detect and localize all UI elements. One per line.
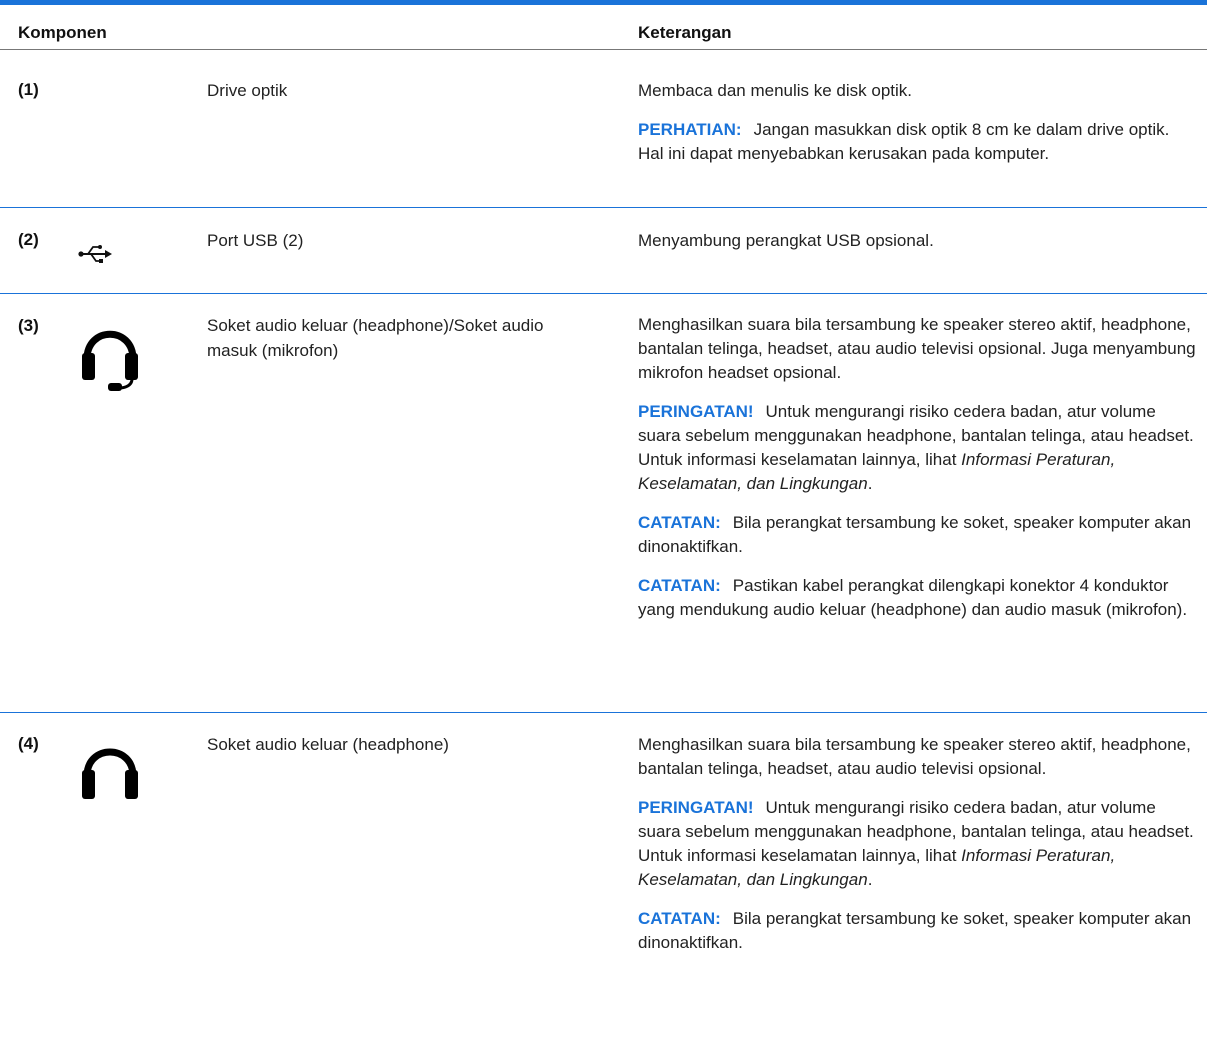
component-name: Drive optik xyxy=(207,81,288,100)
row-number: (4) xyxy=(18,734,39,753)
component-name: Soket audio keluar (headphone)/Soket aud… xyxy=(207,316,544,360)
usb-icon xyxy=(78,244,112,269)
info-note: CATATAN: Pastikan kabel perangkat dilengk… xyxy=(638,574,1198,622)
table-top-rule xyxy=(0,0,1207,5)
description-text: Menghasilkan suara bila tersambung ke sp… xyxy=(638,315,1196,382)
header-description: Keterangan xyxy=(638,23,732,42)
note-label: CATATAN: xyxy=(638,576,721,595)
row-number: (2) xyxy=(18,230,39,249)
info-note: CATATAN: Bila perangkat tersambung ke sok… xyxy=(638,511,1198,559)
description-text: Menyambung perangkat USB opsional. xyxy=(638,231,934,250)
caution-label: PERHATIAN: xyxy=(638,120,742,139)
description-text: Menghasilkan suara bila tersambung ke sp… xyxy=(638,735,1191,778)
header-component: Komponen xyxy=(18,23,107,42)
warning-end: . xyxy=(867,474,873,493)
info-note: CATATAN: Bila perangkat tersambung ke sok… xyxy=(638,907,1198,955)
row-divider xyxy=(0,293,1207,294)
component-description: Menghasilkan suara bila tersambung ke sp… xyxy=(638,733,1198,970)
warning-end: . xyxy=(867,870,873,889)
warning-note: PERINGATAN! Untuk mengurangi risiko ceder… xyxy=(638,796,1198,892)
warning-label: PERINGATAN! xyxy=(638,402,754,421)
headphone-icon xyxy=(78,736,142,807)
caution-note: PERHATIAN: Jangan masukkan disk optik 8 c… xyxy=(638,118,1198,166)
component-description: Menghasilkan suara bila tersambung ke sp… xyxy=(638,313,1198,637)
row-divider xyxy=(0,207,1207,208)
component-description: Menyambung perangkat USB opsional. xyxy=(638,229,1198,268)
component-name: Port USB (2) xyxy=(207,231,304,250)
note-label: CATATAN: xyxy=(638,909,721,928)
component-name: Soket audio keluar (headphone) xyxy=(207,735,449,754)
row-number: (1) xyxy=(18,80,39,99)
warning-note: PERINGATAN! Untuk mengurangi risiko ceder… xyxy=(638,400,1198,496)
header-divider xyxy=(0,49,1207,50)
row-number: (3) xyxy=(18,316,39,335)
warning-label: PERINGATAN! xyxy=(638,798,754,817)
note-label: CATATAN: xyxy=(638,513,721,532)
description-text: Membaca dan menulis ke disk optik. xyxy=(638,81,913,100)
headset-icon xyxy=(78,313,142,398)
row-divider xyxy=(0,712,1207,713)
component-description: Membaca dan menulis ke disk optik. PERHA… xyxy=(638,79,1198,181)
